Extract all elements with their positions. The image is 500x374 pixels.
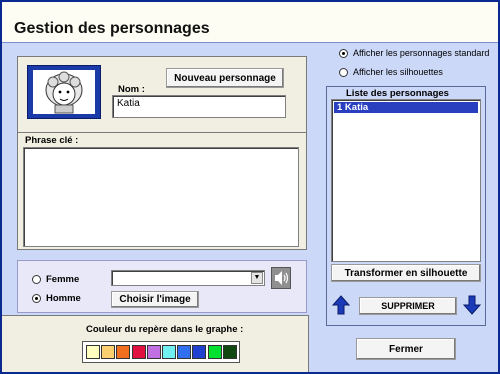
color-swatch[interactable] <box>86 345 100 359</box>
show-standard-label: Afficher les personnages standard <box>353 48 490 58</box>
window-title: Gestion des personnages <box>14 20 210 37</box>
color-palette <box>82 341 240 363</box>
show-silhouettes-radio[interactable] <box>339 68 348 77</box>
title-bar: Gestion des personnages <box>2 2 498 43</box>
phrase-section: Phrase clé : <box>18 132 306 251</box>
phrase-textarea[interactable] <box>23 147 299 247</box>
femme-label: Femme <box>46 274 80 285</box>
character-management-window: Gestion des personnages Nom : Nouveau pe… <box>0 0 500 374</box>
gender-panel: Femme Homme ▼ Choisir l'image <box>17 260 307 313</box>
list-item[interactable]: 1 Katia <box>334 102 478 113</box>
color-swatch[interactable] <box>131 345 146 359</box>
name-field[interactable]: Katia <box>112 95 286 118</box>
delete-button[interactable]: SUPPRIMER <box>359 297 457 315</box>
color-panel: Couleur du repère dans le graphe : <box>2 315 309 372</box>
avatar-icon <box>45 71 83 114</box>
sound-button[interactable] <box>271 267 291 289</box>
speaker-icon <box>275 271 289 285</box>
portrait-image <box>33 70 95 114</box>
color-swatch[interactable] <box>192 345 207 359</box>
homme-radio[interactable] <box>32 294 41 303</box>
color-swatch[interactable] <box>162 345 176 359</box>
close-button[interactable]: Fermer <box>356 338 456 360</box>
chevron-down-icon[interactable]: ▼ <box>251 272 263 284</box>
portrait-frame[interactable] <box>27 65 101 119</box>
choose-image-button[interactable]: Choisir l'image <box>111 291 199 308</box>
phrase-label: Phrase clé : <box>25 135 79 146</box>
color-label: Couleur du repère dans le graphe : <box>86 324 244 335</box>
color-swatch[interactable] <box>177 345 192 359</box>
character-list[interactable]: 1 Katia <box>331 99 481 262</box>
name-label: Nom : <box>118 84 145 95</box>
color-swatch[interactable] <box>222 345 237 359</box>
color-swatch[interactable] <box>207 345 222 359</box>
color-swatch[interactable] <box>101 345 116 359</box>
color-swatch[interactable] <box>146 345 161 359</box>
arrow-down-icon[interactable] <box>462 295 482 315</box>
image-select[interactable]: ▼ <box>111 270 265 286</box>
show-silhouettes-label: Afficher les silhouettes <box>353 67 443 77</box>
arrow-up-icon[interactable] <box>331 295 351 315</box>
transform-silhouette-button[interactable]: Transformer en silhouette <box>331 264 481 282</box>
character-panel: Nom : Nouveau personnage Katia Phrase cl… <box>17 56 307 250</box>
femme-radio[interactable] <box>32 275 41 284</box>
homme-label: Homme <box>46 293 81 304</box>
color-swatch[interactable] <box>116 345 131 359</box>
character-list-panel: Liste des personnages 1 Katia Transforme… <box>326 86 486 326</box>
new-character-button[interactable]: Nouveau personnage <box>166 68 284 88</box>
show-standard-radio[interactable] <box>339 49 348 58</box>
list-title: Liste des personnages <box>346 88 449 99</box>
